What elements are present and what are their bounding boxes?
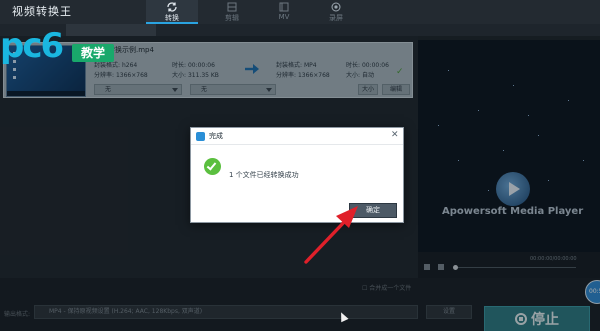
tab-convert-label: 转换 <box>165 14 179 22</box>
watermark-badge: 教学 <box>72 44 114 62</box>
toolbar-strip <box>66 24 156 36</box>
tab-convert[interactable]: 转换 <box>146 0 198 24</box>
app-icon <box>196 132 205 141</box>
dialog-header: 完成 ✕ <box>191 128 403 145</box>
close-icon[interactable]: ✕ <box>391 130 399 140</box>
tab-record[interactable]: 录屏 <box>310 0 362 24</box>
tab-edit[interactable]: 剪辑 <box>206 0 258 24</box>
dialog-message: 1 个文件已经转换成功 <box>229 171 299 179</box>
music-icon <box>279 2 289 12</box>
dialog-title: 完成 <box>209 132 223 140</box>
tab-mv[interactable]: MV <box>258 0 310 24</box>
tab-edit-label: 剪辑 <box>225 14 239 22</box>
top-bar: 视频转换王 转换 剪辑 MV 录屏 <box>0 0 600 24</box>
refresh-icon <box>167 2 177 12</box>
ok-button[interactable]: 确定 <box>349 203 397 218</box>
complete-dialog: 完成 ✕ 1 个文件已经转换成功 确定 <box>190 127 404 223</box>
film-icon <box>227 2 237 12</box>
watermark-logo: pc6 教学 <box>0 24 114 72</box>
tab-record-label: 录屏 <box>329 14 343 22</box>
tab-mv-label: MV <box>278 13 290 21</box>
record-icon <box>331 2 341 12</box>
success-check-icon <box>204 158 221 175</box>
watermark-logo-text: pc6 <box>0 26 64 66</box>
app-title: 视频转换王 <box>12 5 72 18</box>
